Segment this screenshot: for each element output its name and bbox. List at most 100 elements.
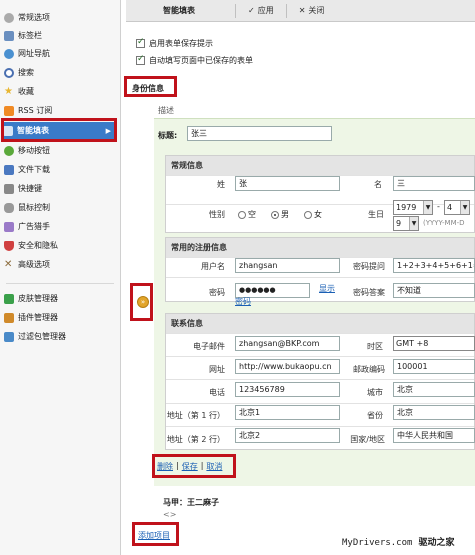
sidebar-item-label: 收藏 xyxy=(18,87,34,96)
sidebar-item-skin-manager[interactable]: 皮肤管理器 xyxy=(4,290,116,307)
highlight-collapse-toggle xyxy=(130,283,153,321)
sidebar-item-label: 快捷键 xyxy=(18,184,42,193)
sidebar-item-label: 搜索 xyxy=(18,68,34,77)
option-save-prompt[interactable]: 启用表单保存提示 xyxy=(136,37,213,49)
option-label: 启用表单保存提示 xyxy=(149,39,213,48)
autofill-checkbox[interactable] xyxy=(136,54,145,65)
sidebar-item-shortcuts[interactable]: 快捷键 xyxy=(4,180,116,197)
sidebar-item-rss[interactable]: RSS 订阅 xyxy=(4,102,116,119)
radio-label: 男 xyxy=(281,210,289,219)
username-input[interactable]: zhangsan xyxy=(235,258,340,273)
birth-year-select[interactable]: 1979 ▼ xyxy=(393,200,433,215)
shield-icon xyxy=(4,240,14,251)
sidebar-item-security[interactable]: 安全和隐私 xyxy=(4,237,116,254)
zip-input[interactable]: 100001 xyxy=(393,359,475,374)
sidebar-item-general[interactable]: 常规选项 xyxy=(4,9,116,26)
chevron-down-icon: ▼ xyxy=(460,201,469,214)
globe-icon xyxy=(4,48,14,59)
sidebar-item-plugin-manager[interactable]: 插件管理器 xyxy=(4,309,116,326)
close-button[interactable]: ✕ 关闭 xyxy=(291,5,333,16)
sidebar-item-search[interactable]: 搜索 xyxy=(4,64,116,81)
question-input[interactable]: 1+2+3+4+5+6+1=? xyxy=(393,258,475,273)
ad-hunter-icon xyxy=(4,221,14,232)
select-value: 9 xyxy=(396,219,402,228)
star-icon: ★ xyxy=(4,85,13,97)
select-value: GMT +8 xyxy=(396,339,429,348)
lastname-input[interactable]: 张 xyxy=(235,176,340,191)
sidebar-item-tabs[interactable]: 标签栏 xyxy=(4,27,116,44)
sidebar-item-mouse[interactable]: 鼠标控制 xyxy=(4,199,116,216)
username-label: 用户名 xyxy=(201,262,225,271)
check-icon: ✓ xyxy=(248,6,255,15)
province-label: 省份 xyxy=(367,411,383,420)
gender-empty-radio[interactable]: 空 xyxy=(238,209,256,220)
country-label: 国家/地区 xyxy=(350,435,385,444)
gear-icon xyxy=(4,12,14,23)
timezone-label: 时区 xyxy=(367,342,383,351)
address2-input[interactable]: 北京2 xyxy=(235,428,340,443)
question-label: 密码提问 xyxy=(353,262,385,271)
city-input[interactable]: 北京 xyxy=(393,382,475,397)
email-input[interactable]: zhangsan@BKP.com xyxy=(235,336,340,351)
date-format-hint: (YYYY-MM-D xyxy=(423,219,465,227)
country-input[interactable]: 中华人民共和国 xyxy=(393,428,475,443)
timezone-select[interactable]: GMT +8 xyxy=(393,336,475,351)
filter-icon xyxy=(4,331,14,342)
address1-label: 地址（第 1 行） xyxy=(166,411,225,420)
answer-input[interactable]: 不知道 xyxy=(393,283,475,298)
province-input[interactable]: 北京 xyxy=(393,405,475,420)
highlight-sidebar-active xyxy=(1,118,117,142)
phone-input[interactable]: 123456789 xyxy=(235,382,340,397)
address1-input[interactable]: 北京1 xyxy=(235,405,340,420)
sidebar-item-ad-hunter[interactable]: 广告猎手 xyxy=(4,218,116,235)
sidebar-item-label: RSS 订阅 xyxy=(18,106,53,115)
close-label: 关闭 xyxy=(308,6,325,15)
chevron-down-icon: ▼ xyxy=(423,201,432,214)
sidebar-item-label: 皮肤管理器 xyxy=(18,294,58,303)
watermark-cn: 驱动之家 xyxy=(418,538,455,548)
sidebar-item-move-button[interactable]: 移动按钮 xyxy=(4,142,116,159)
highlight-add-item xyxy=(132,522,179,546)
select-value: 1979 xyxy=(396,203,417,212)
birth-month-select[interactable]: 4 ▼ xyxy=(444,200,470,215)
sidebar-item-filter-manager[interactable]: 过滤包管理器 xyxy=(4,328,116,345)
chevron-down-icon: ▼ xyxy=(409,217,418,230)
option-label: 自动填写页面中已保存的表单 xyxy=(149,56,253,65)
option-autofill[interactable]: 自动填写页面中已保存的表单 xyxy=(136,54,253,66)
radio-label: 空 xyxy=(248,210,256,219)
apply-button[interactable]: ✓ 应用 xyxy=(240,5,282,16)
gender-male-radio[interactable]: 男 xyxy=(271,209,289,220)
highlight-actions xyxy=(152,454,236,478)
move-button-icon xyxy=(4,145,14,156)
gender-female-radio[interactable]: 女 xyxy=(304,209,322,220)
entry-title[interactable]: 马甲：王二麻子 xyxy=(163,497,219,508)
sidebar-item-download[interactable]: 文件下载 xyxy=(4,161,116,178)
sidebar-item-label: 高级选项 xyxy=(18,260,50,269)
date-separator: - xyxy=(437,202,440,211)
sidebar-item-label: 过滤包管理器 xyxy=(18,332,66,341)
contact-heading: 联系信息 xyxy=(166,314,474,333)
sidebar: 常规选项 标签栏 网址导航 搜索 ★ 收藏 RSS 订阅 智能填表 ▶ 移动按钮 文… xyxy=(0,0,121,555)
lastname-label: 姓 xyxy=(217,180,225,189)
show-password-link[interactable]: 显示 xyxy=(319,283,335,294)
sidebar-item-label: 常规选项 xyxy=(18,13,50,22)
website-input[interactable]: http://www.bukaopu.cn xyxy=(235,359,340,374)
sidebar-item-favorites[interactable]: ★ 收藏 xyxy=(4,83,116,100)
zip-label: 邮政编码 xyxy=(353,365,385,374)
save-prompt-checkbox[interactable] xyxy=(136,37,145,48)
email-label: 电子邮件 xyxy=(193,342,225,351)
rss-icon xyxy=(4,105,14,116)
sidebar-item-advanced[interactable]: ✕ 高级选项 xyxy=(4,256,116,273)
title-input[interactable]: 张三 xyxy=(187,126,332,141)
plugin-icon xyxy=(4,312,14,323)
birth-day-select[interactable]: 9 ▼ xyxy=(393,216,419,231)
sidebar-item-navigation[interactable]: 网址导航 xyxy=(4,45,116,62)
sidebar-divider xyxy=(6,283,114,284)
password-label: 密码 xyxy=(209,288,225,297)
firstname-input[interactable]: 三 xyxy=(393,176,475,191)
show-password-link-cont[interactable]: 密码 xyxy=(235,296,251,307)
select-value: 4 xyxy=(447,203,453,212)
radio-icon xyxy=(304,210,312,219)
toolbar: 智能填表 ✓ 应用 ✕ 关闭 xyxy=(126,0,475,22)
general-heading: 常规信息 xyxy=(166,156,474,175)
